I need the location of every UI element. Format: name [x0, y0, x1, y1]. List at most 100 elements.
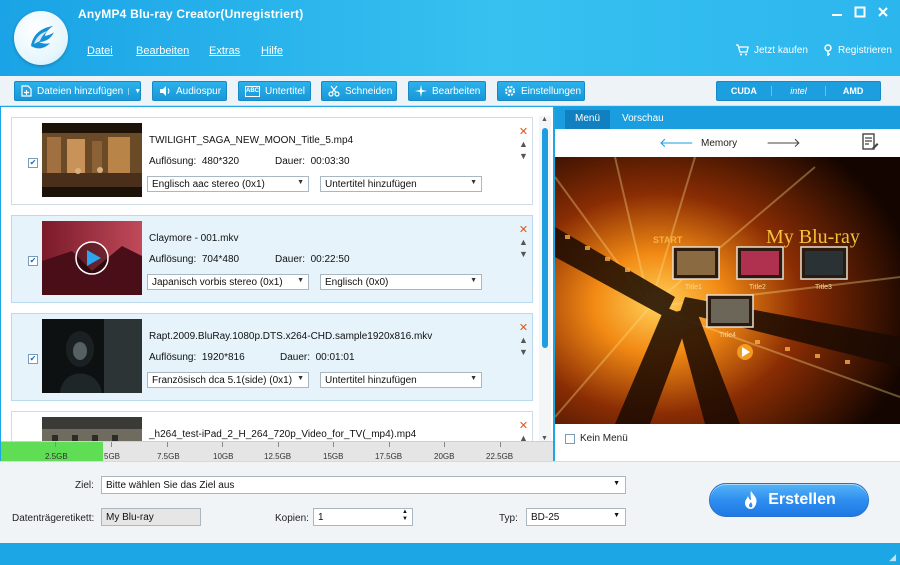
start-label: START — [653, 235, 683, 245]
template-name: Memory — [701, 138, 738, 149]
add-file-icon — [21, 85, 32, 97]
size-tick: 7.5GB — [157, 452, 180, 461]
no-menu-option[interactable]: Kein Menü — [565, 433, 628, 444]
menu-preview-canvas: My Blu-ray START Title1 Title2 Title3 Ti… — [555, 157, 900, 424]
scroll-up-icon[interactable]: ▲ — [541, 116, 548, 123]
size-tick: 5GB — [104, 452, 121, 461]
file-controls: ✕ ▲ — [517, 420, 530, 442]
audio-track-select[interactable]: Englisch aac stereo (0x1) — [147, 176, 309, 192]
edit-label: Bearbeiten — [432, 85, 481, 97]
move-down-icon[interactable]: ▼ — [517, 346, 530, 358]
edit-menu-icon[interactable] — [861, 133, 879, 154]
resolution: Auflösung: 704*480 — [149, 254, 240, 265]
title-label: Title2 — [749, 284, 766, 291]
scrollbar-thumb[interactable] — [542, 128, 548, 348]
gear-icon — [504, 85, 516, 97]
file-item[interactable]: ✔ TWILIGHT_SAGA_NEW_MOON_Title_5.mp4 Auf… — [11, 117, 533, 205]
disc-label-field[interactable]: My Blu-ray — [101, 508, 201, 526]
settings-button[interactable]: Einstellungen — [497, 81, 585, 101]
chevron-down-icon: ▼ — [613, 512, 620, 519]
copies-stepper[interactable]: 1 ▲ ▼ — [313, 508, 413, 526]
tab-preview[interactable]: Vorschau — [612, 110, 674, 129]
file-controls: ✕ ▲ ▼ — [517, 224, 530, 260]
subtitle-icon: ABC — [245, 85, 260, 97]
size-tick: 2.5GB — [45, 452, 68, 461]
size-tick: 12.5GB — [264, 452, 292, 461]
video-thumbnail — [42, 417, 142, 442]
app-logo — [14, 11, 68, 65]
acceleration-badges: CUDA intel AMD — [716, 81, 881, 101]
video-thumbnail — [42, 319, 142, 393]
subtitle-select[interactable]: Untertitel hinzufügen — [320, 372, 482, 388]
subtitle-select[interactable]: Englisch (0x0) — [320, 274, 482, 290]
create-button[interactable]: Erstellen — [709, 483, 869, 517]
remove-icon[interactable]: ✕ — [517, 322, 530, 334]
title-label: Title3 — [815, 284, 832, 291]
menu-bearbeiten[interactable]: Bearbeiten — [136, 45, 189, 57]
edit-button[interactable]: Bearbeiten — [408, 81, 486, 101]
menu-title: My Blu-ray — [766, 226, 860, 248]
menu-extras[interactable]: Extras — [209, 45, 240, 57]
remove-icon[interactable]: ✕ — [517, 420, 530, 432]
move-up-icon[interactable]: ▲ — [517, 334, 530, 346]
minimize-icon[interactable] — [829, 6, 845, 22]
move-down-icon[interactable]: ▼ — [517, 150, 530, 162]
buy-now-label: Jetzt kaufen — [754, 44, 808, 56]
status-bar: ◢ — [0, 543, 900, 565]
subtitle-select[interactable]: Untertitel hinzufügen — [320, 176, 482, 192]
add-files-label: Dateien hinzufügen — [37, 85, 124, 97]
toolbar: Dateien hinzufügen ▼ Audiospur ABC Unter… — [0, 76, 900, 106]
buy-now-link[interactable]: Jetzt kaufen — [735, 44, 808, 56]
target-label: Ziel: — [75, 480, 94, 491]
file-name: TWILIGHT_SAGA_NEW_MOON_Title_5.mp4 — [149, 135, 354, 146]
move-up-icon[interactable]: ▲ — [517, 138, 530, 150]
file-checkbox[interactable]: ✔ — [28, 354, 38, 364]
file-checkbox[interactable]: ✔ — [28, 158, 38, 168]
chevron-down-icon[interactable]: ▼ — [128, 87, 141, 95]
remove-icon[interactable]: ✕ — [517, 126, 530, 138]
key-icon — [824, 44, 832, 56]
output-settings: Ziel: Bitte wählen Sie das Ziel aus ▼ Dat… — [0, 461, 900, 543]
disc-label-label: Datenträgeretikett: — [12, 513, 95, 524]
audio-track-select[interactable]: Französisch dca 5.1(side) (0x1) — [147, 372, 309, 388]
menu-hilfe[interactable]: Hilfe — [261, 45, 283, 57]
no-menu-checkbox[interactable] — [565, 433, 575, 444]
close-icon[interactable] — [875, 6, 891, 22]
file-list-scrollbar[interactable]: ▲ ▼ — [539, 116, 551, 442]
move-down-icon[interactable]: ▼ — [517, 248, 530, 260]
target-select[interactable]: Bitte wählen Sie das Ziel aus ▼ — [101, 476, 626, 494]
intel-badge: intel — [772, 86, 827, 96]
cut-button[interactable]: Schneiden — [321, 81, 397, 101]
speaker-icon — [159, 85, 171, 97]
video-thumbnail — [42, 221, 142, 295]
chevron-down-icon: ▼ — [613, 480, 620, 487]
subtitle-button[interactable]: ABC Untertitel — [238, 81, 311, 101]
duration: Dauer: 00:22:50 — [275, 254, 350, 265]
move-up-icon[interactable]: ▲ — [517, 236, 530, 248]
file-item[interactable]: ✔ Rapt.2009.BluRay.1080p.DTS.x264-CHD.sa… — [11, 313, 533, 401]
file-item[interactable]: _h264_test-iPad_2_H_264_720p_Video_for_T… — [11, 411, 533, 442]
create-label: Erstellen — [768, 491, 836, 508]
file-name: _h264_test-iPad_2_H_264_720p_Video_for_T… — [149, 429, 417, 440]
audio-track-button[interactable]: Audiospur — [152, 81, 227, 101]
title-label: Title4 — [719, 332, 736, 339]
tab-menu[interactable]: Menü — [565, 110, 611, 129]
resize-grip-icon[interactable]: ◢ — [889, 552, 896, 563]
remove-icon[interactable]: ✕ — [517, 224, 530, 236]
file-item[interactable]: ✔ Claymore - 001.mkv Auflösung: 704*480 … — [11, 215, 533, 303]
file-list: ✔ TWILIGHT_SAGA_NEW_MOON_Title_5.mp4 Auf… — [1, 107, 553, 442]
cart-icon — [736, 44, 749, 56]
maximize-icon[interactable] — [852, 6, 868, 22]
add-files-button[interactable]: Dateien hinzufügen ▼ — [14, 81, 141, 101]
size-tick: 10GB — [213, 452, 234, 461]
type-select[interactable]: BD-25 ▼ — [526, 508, 626, 526]
menu-datei[interactable]: Datei — [87, 45, 113, 57]
file-checkbox[interactable]: ✔ — [28, 256, 38, 266]
file-name: Rapt.2009.BluRay.1080p.DTS.x264-CHD.samp… — [149, 331, 433, 342]
arrow-left-icon[interactable]: 🡐 — [659, 136, 694, 149]
register-link[interactable]: Registrieren — [823, 44, 892, 57]
subtitle-label: Untertitel — [265, 85, 306, 97]
app-title: AnyMP4 Blu-ray Creator(Unregistriert) — [78, 7, 304, 21]
arrow-right-icon[interactable]: 🡒 — [766, 136, 801, 149]
audio-track-select[interactable]: Japanisch vorbis stereo (0x1) — [147, 274, 309, 290]
